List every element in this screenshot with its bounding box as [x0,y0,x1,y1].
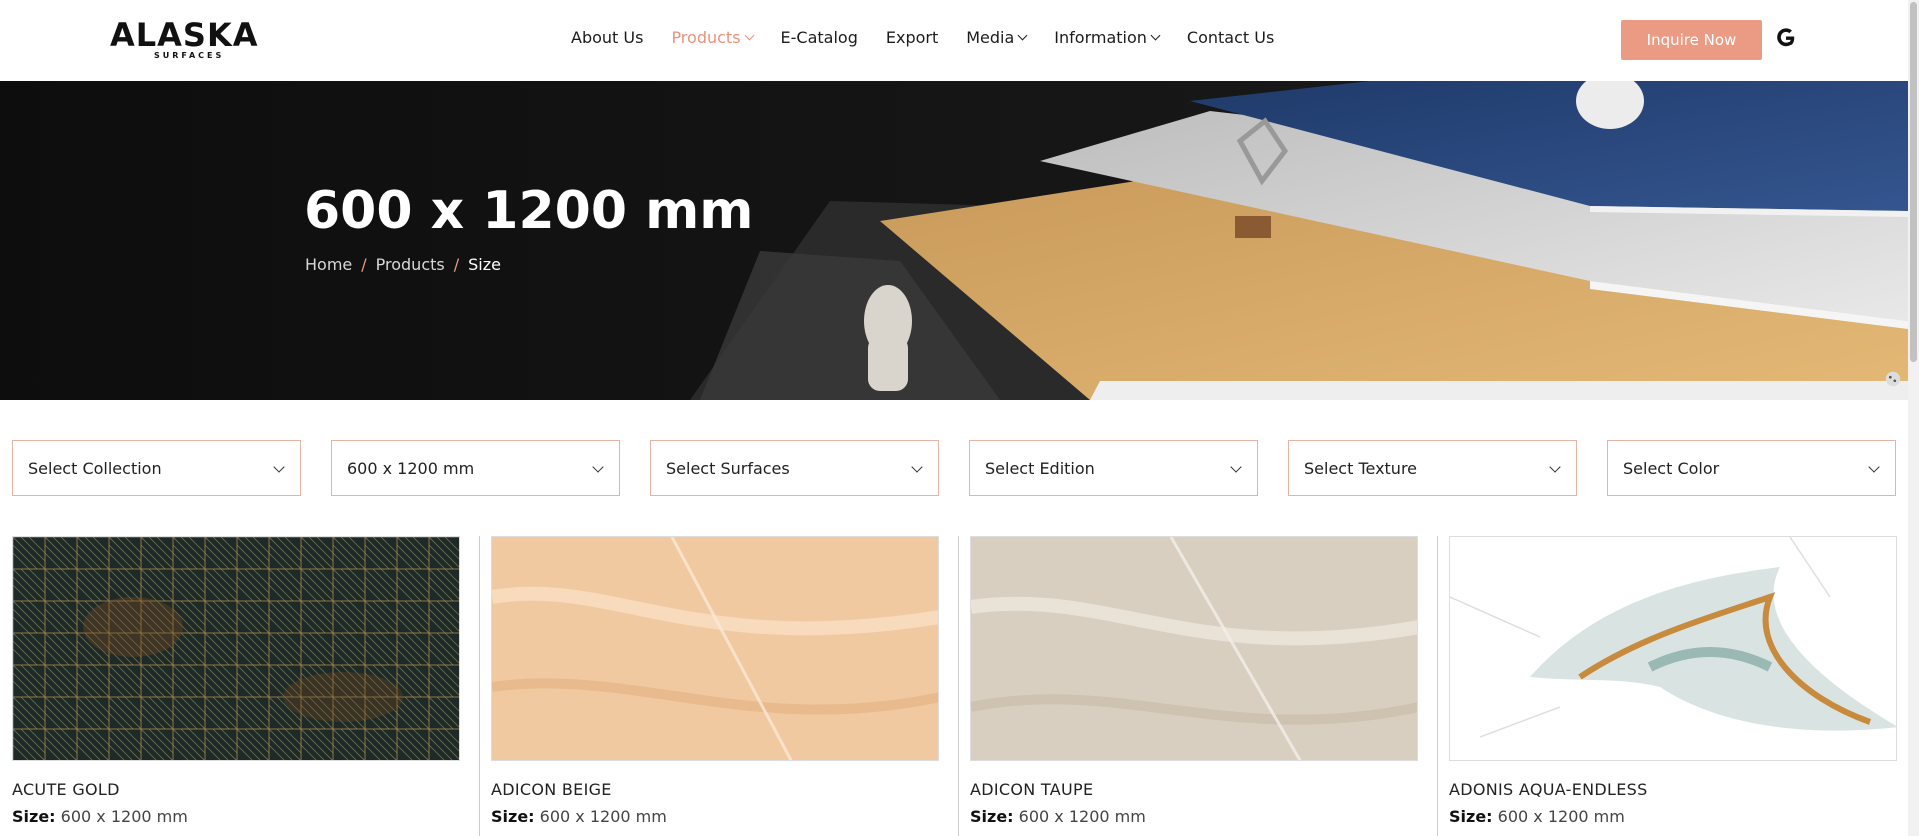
scrollbar-thumb[interactable] [1910,2,1917,362]
google-icon[interactable] [1775,27,1797,49]
breadcrumb-separator: / [453,255,460,274]
card-divider [1437,536,1438,836]
chevron-down-icon [1150,30,1161,41]
product-image[interactable] [491,536,939,761]
chevron-down-icon [592,461,604,473]
logo-tagline: SURFACES [154,51,225,60]
product-name[interactable]: ADONIS AQUA-ENDLESS [1449,780,1919,799]
select-edition[interactable]: Select Edition [969,440,1258,496]
inquire-now-button[interactable]: Inquire Now [1621,20,1762,60]
nav-item-e-catalog[interactable]: E-Catalog [781,28,858,47]
page-title: 600 x 1200 mm [304,181,754,241]
product-name[interactable]: ADICON BEIGE [491,780,970,799]
select-collection[interactable]: Select Collection [12,440,301,496]
product-card[interactable]: ADICON BEIGE Size: 600 x 1200 mm [479,536,970,836]
product-card[interactable]: ADICON TAUPE Size: 600 x 1200 mm [958,536,1449,836]
chevron-down-icon [1017,30,1028,41]
cookie-settings-icon[interactable] [1884,370,1902,388]
select-texture[interactable]: Select Texture [1288,440,1577,496]
breadcrumb-products[interactable]: Products [376,255,445,274]
nav-item-products[interactable]: Products [671,28,754,47]
card-divider [958,536,959,836]
chevron-down-icon [744,30,754,41]
logo-wordmark: ALASKA [110,16,259,54]
product-name[interactable]: ACUTE GOLD [12,780,491,799]
product-image[interactable] [970,536,1418,761]
select-size[interactable]: 600 x 1200 mm [331,440,620,496]
nav-item-about-us[interactable]: About Us [571,28,643,47]
card-divider [479,536,480,836]
breadcrumb-current: Size [468,255,501,274]
brand-logo[interactable]: ALASKA SURFACES [110,18,265,62]
chevron-down-icon [1868,461,1880,473]
nav-item-contact-us[interactable]: Contact Us [1187,28,1274,47]
site-header: ALASKA SURFACES About Us Products E-Cata… [0,0,1908,81]
product-card[interactable]: ACUTE GOLD Size: 600 x 1200 mm [12,536,491,826]
product-image[interactable] [1449,536,1897,761]
product-grid: ACUTE GOLD Size: 600 x 1200 mm ADICON BE… [12,536,1919,836]
product-size: Size: 600 x 1200 mm [970,807,1146,826]
nav-item-export[interactable]: Export [886,28,938,47]
nav-item-media[interactable]: Media [966,28,1028,47]
chevron-down-icon [273,461,285,473]
nav-item-information[interactable]: Information [1054,28,1161,47]
breadcrumb-separator: / [361,255,367,274]
page-scrollbar[interactable] [1908,0,1919,836]
product-size: Size: 600 x 1200 mm [1449,807,1625,826]
product-card[interactable]: ADONIS AQUA-ENDLESS Size: 600 x 1200 mm [1437,536,1919,836]
product-filters: Select Collection 600 x 1200 mm Select S… [12,440,1896,496]
select-surfaces[interactable]: Select Surfaces [650,440,939,496]
product-image[interactable] [12,536,460,761]
hero-banner: 600 x 1200 mm Home / Products / Size [0,81,1908,400]
chevron-down-icon [1549,461,1561,473]
chevron-down-icon [1230,461,1242,473]
main-nav: About Us Products E-Catalog Export Media… [571,28,1302,47]
breadcrumb-home[interactable]: Home [305,255,352,274]
product-size: Size: 600 x 1200 mm [491,807,667,826]
product-size: Size: 600 x 1200 mm [12,807,188,826]
hero-background-image [0,81,1908,400]
select-color[interactable]: Select Color [1607,440,1896,496]
breadcrumb: Home / Products / Size [305,255,501,274]
chevron-down-icon [911,461,923,473]
product-name[interactable]: ADICON TAUPE [970,780,1449,799]
